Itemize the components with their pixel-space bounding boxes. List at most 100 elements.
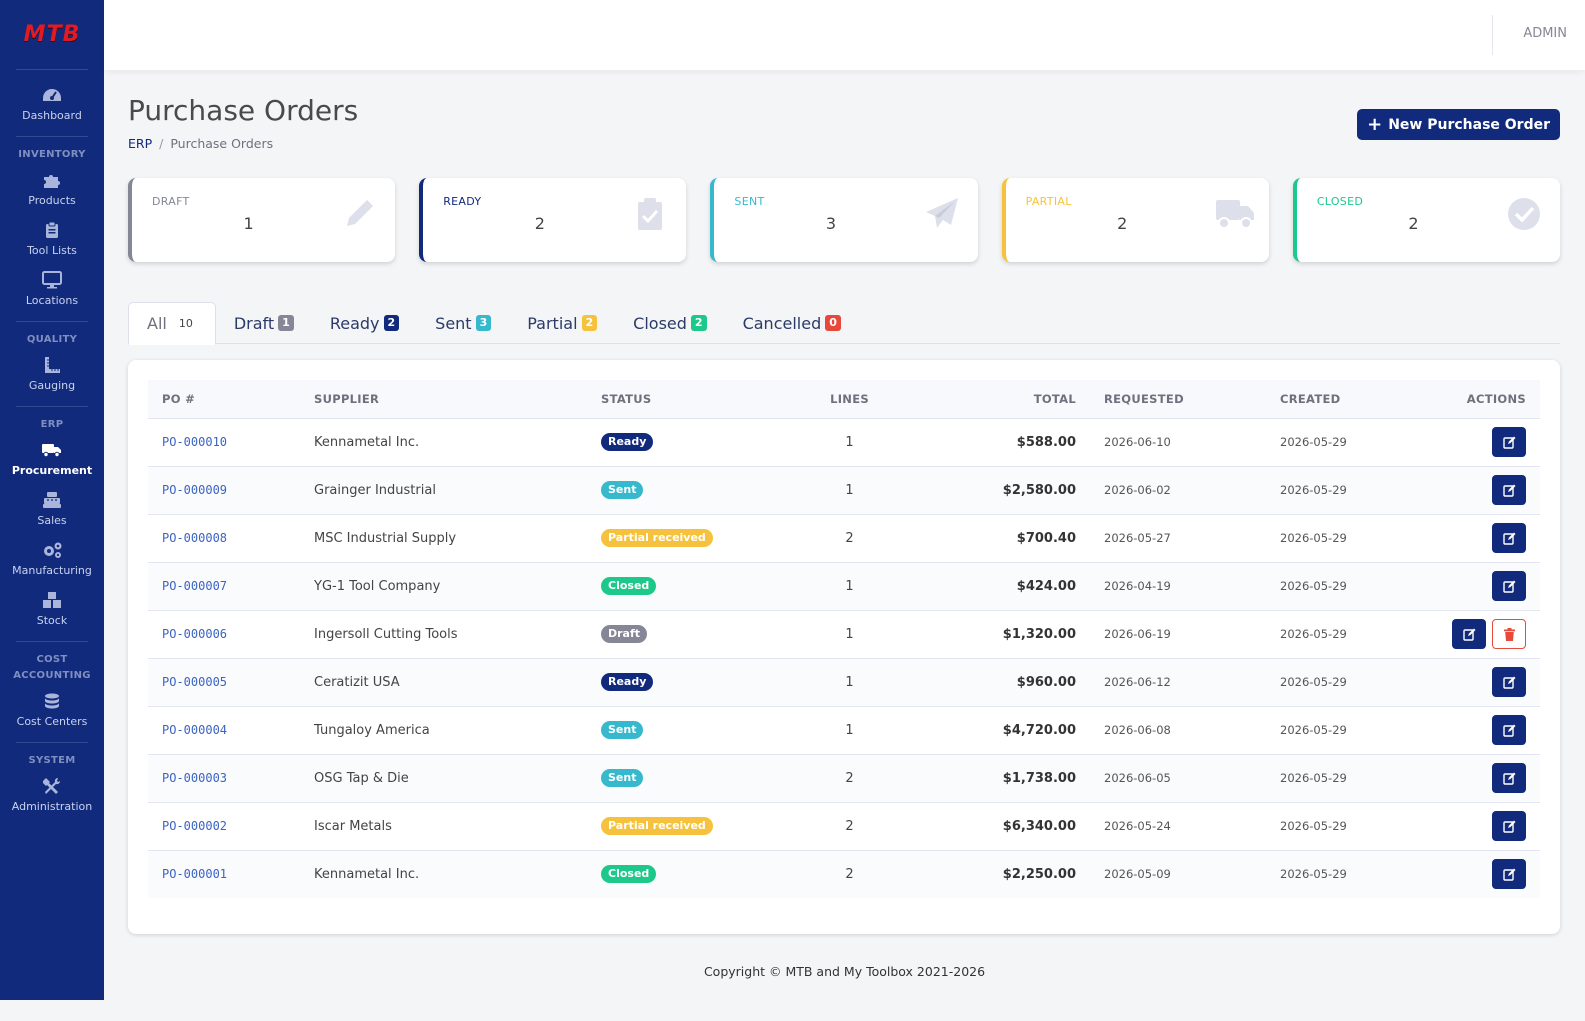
lines-cell: 1: [792, 658, 907, 707]
supplier-cell: Ingersoll Cutting Tools: [300, 610, 587, 659]
header-supplier[interactable]: SUPPLIER: [300, 380, 587, 418]
edit-button[interactable]: [1492, 475, 1526, 505]
po-number-link[interactable]: PO-000009: [148, 466, 300, 515]
stat-card-partial[interactable]: PARTIAL 2: [1001, 178, 1269, 262]
sidebar-item-cost-centers[interactable]: Cost Centers: [0, 684, 104, 734]
table-row[interactable]: PO-000001 Kennametal Inc. Closed 2 $2,250.00…: [148, 850, 1540, 898]
tab-count-badge: 10: [178, 316, 193, 330]
requested-date-cell: 2026-05-09: [1090, 850, 1266, 898]
table-row[interactable]: PO-000006 Ingersoll Cutting Tools Draft 1 $1…: [148, 610, 1540, 659]
stat-card-sent[interactable]: SENT 3: [710, 178, 978, 262]
clipboard-icon: [41, 219, 63, 241]
stat-card-closed[interactable]: CLOSED 2: [1292, 178, 1561, 262]
tab-count-badge: 2: [690, 315, 707, 331]
edit-button[interactable]: [1492, 571, 1526, 601]
user-menu[interactable]: ADMIN: [1523, 26, 1567, 41]
requested-date-cell: 2026-05-24: [1090, 802, 1266, 851]
table-row[interactable]: PO-000008 MSC Industrial Supply Partial re…: [148, 514, 1540, 563]
sidebar-item-locations[interactable]: Locations: [0, 263, 104, 313]
edit-icon: [1502, 532, 1516, 545]
sidebar-item-tool-lists[interactable]: Tool Lists: [0, 213, 104, 263]
status-cell: Partial received: [587, 802, 792, 851]
actions-cell: [1406, 514, 1540, 563]
sidebar-item-dashboard[interactable]: Dashboard: [0, 78, 104, 128]
tab-label: Draft: [233, 313, 275, 333]
tab-draft[interactable]: Draft 1: [216, 302, 312, 344]
sidebar-item-label: Manufacturing: [12, 564, 92, 577]
delete-button[interactable]: [1492, 619, 1526, 649]
breadcrumb-current: Purchase Orders: [170, 136, 274, 151]
po-number-link[interactable]: PO-000005: [148, 658, 300, 707]
tab-cancelled[interactable]: Cancelled 0: [725, 302, 859, 344]
created-date-cell: 2026-05-29: [1266, 514, 1406, 563]
po-number-link[interactable]: PO-000010: [148, 418, 300, 467]
sidebar-item-procurement[interactable]: Procurement: [0, 433, 104, 483]
new-purchase-order-label: New Purchase Order: [1388, 116, 1550, 133]
po-number-link[interactable]: PO-000006: [148, 610, 300, 659]
sidebar-item-gauging[interactable]: Gauging: [0, 348, 104, 398]
po-number-link[interactable]: PO-000008: [148, 514, 300, 563]
po-number-link[interactable]: PO-000007: [148, 562, 300, 611]
status-badge: Sent: [601, 481, 644, 499]
tab-all[interactable]: All 10: [128, 302, 216, 345]
po-number-link[interactable]: PO-000002: [148, 802, 300, 851]
sidebar-divider: [16, 641, 88, 642]
edit-button[interactable]: [1492, 667, 1526, 697]
edit-icon: [1502, 820, 1516, 833]
header-status[interactable]: STATUS: [587, 380, 792, 418]
po-number-link[interactable]: PO-000003: [148, 754, 300, 803]
supplier-cell: Kennametal Inc.: [300, 418, 587, 467]
stat-card-label: SENT: [734, 195, 765, 208]
monitor-icon: [41, 269, 63, 291]
sidebar-nav: Dashboard INVENTORY Products Tool Lists Loca…: [0, 78, 104, 819]
edit-button[interactable]: [1492, 715, 1526, 745]
brand-logo[interactable]: MTB: [16, 0, 88, 70]
stat-card-draft[interactable]: DRAFT 1: [128, 178, 396, 262]
stat-card-label: READY: [443, 195, 482, 208]
table-row[interactable]: PO-000002 Iscar Metals Partial received 2 $6…: [148, 802, 1540, 851]
edit-button[interactable]: [1452, 619, 1486, 649]
sidebar-item-stock[interactable]: Stock: [0, 583, 104, 633]
sidebar-item-products[interactable]: Products: [0, 163, 104, 213]
edit-button[interactable]: [1492, 523, 1526, 553]
tab-sent[interactable]: Sent 3: [417, 302, 509, 344]
actions-cell: [1406, 610, 1540, 659]
lines-cell: 1: [792, 706, 907, 755]
tab-closed[interactable]: Closed 2: [615, 302, 724, 344]
lines-cell: 2: [792, 514, 907, 563]
stat-card-ready[interactable]: READY 2: [419, 178, 687, 262]
stat-card-label: PARTIAL: [1025, 195, 1072, 208]
total-cell: $588.00: [907, 418, 1090, 467]
table-row[interactable]: PO-000010 Kennametal Inc. Ready 1 $588.00 202…: [148, 418, 1540, 467]
sidebar-item-sales[interactable]: Sales: [0, 483, 104, 533]
sidebar-item-label: Gauging: [28, 379, 76, 392]
sidebar-item-manufacturing[interactable]: Manufacturing: [0, 533, 104, 583]
header-created[interactable]: CREATED: [1266, 380, 1406, 418]
table-row[interactable]: PO-000003 OSG Tap & Die Sent 2 $1,738.00 2026…: [148, 754, 1540, 803]
po-number-link[interactable]: PO-000001: [148, 850, 300, 898]
requested-date-cell: 2026-06-05: [1090, 754, 1266, 803]
po-number-link[interactable]: PO-000004: [148, 706, 300, 755]
header-total[interactable]: TOTAL: [907, 380, 1090, 418]
sidebar-item-label: Stock: [36, 614, 68, 627]
sidebar-divider: [16, 136, 88, 137]
edit-button[interactable]: [1492, 427, 1526, 457]
created-date-cell: 2026-05-29: [1266, 802, 1406, 851]
new-purchase-order-button[interactable]: + New Purchase Order: [1357, 109, 1560, 140]
table-row[interactable]: PO-000004 Tungaloy America Sent 1 $4,720.00 2…: [148, 706, 1540, 755]
edit-button[interactable]: [1492, 859, 1526, 890]
header-lines[interactable]: LINES: [792, 380, 907, 418]
created-date-cell: 2026-05-29: [1266, 466, 1406, 515]
edit-button[interactable]: [1492, 763, 1526, 793]
table-row[interactable]: PO-000005 Ceratizit USA Ready 1 $960.00 2026-…: [148, 658, 1540, 707]
table-row[interactable]: PO-000009 Grainger Industrial Sent 1 $2,580.…: [148, 466, 1540, 515]
header-po[interactable]: PO #: [148, 380, 300, 418]
edit-icon: [1502, 580, 1516, 593]
tab-ready[interactable]: Ready 2: [312, 302, 417, 344]
sidebar-item-administration[interactable]: Administration: [0, 769, 104, 819]
tab-partial[interactable]: Partial 2: [509, 302, 615, 344]
edit-button[interactable]: [1492, 811, 1526, 841]
header-requested[interactable]: REQUESTED: [1090, 380, 1266, 418]
table-row[interactable]: PO-000007 YG-1 Tool Company Closed 1 $424.00…: [148, 562, 1540, 611]
breadcrumb-erp[interactable]: ERP: [128, 136, 152, 151]
